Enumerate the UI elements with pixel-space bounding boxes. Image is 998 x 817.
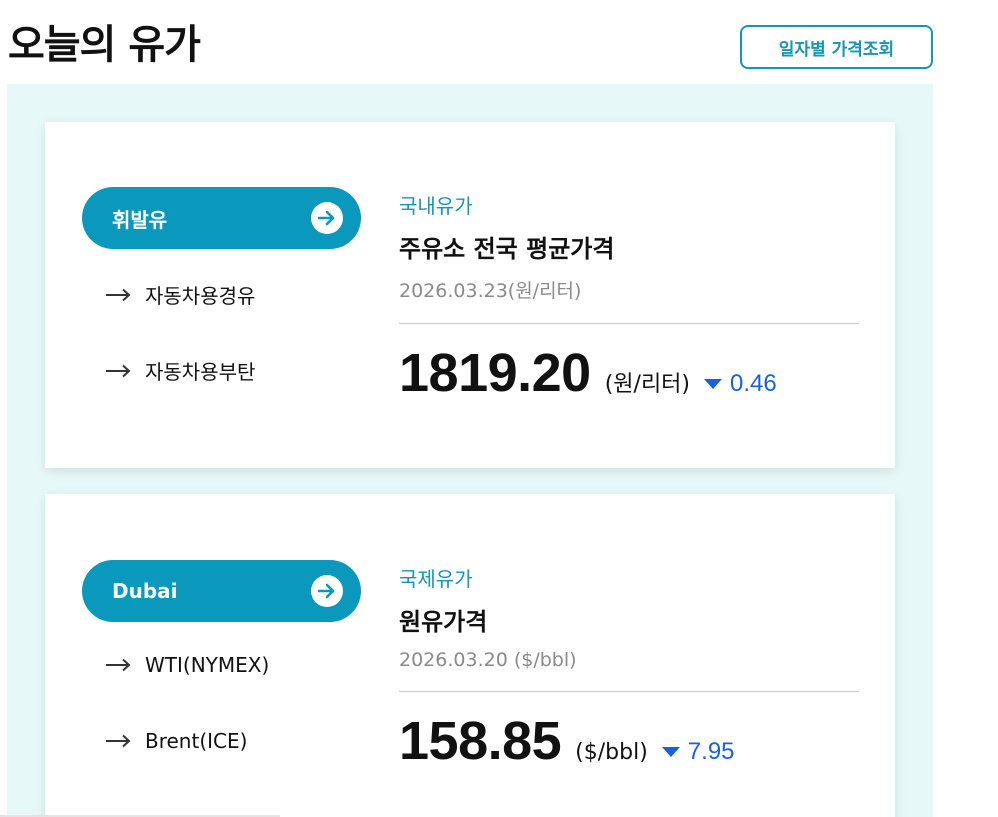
price-info: 국내유가 주유소 전국 평균가격 2026.03.23(원/리터) 1819.2… (399, 190, 859, 404)
price-value: 1819.20 (399, 343, 591, 403)
price-change-value: 7.95 (687, 738, 735, 765)
arrow-right-icon (105, 658, 133, 672)
price-change-value: 0.46 (730, 370, 777, 397)
price-category: 국내유가 (399, 194, 473, 218)
sub-link-brent[interactable]: Brent(ICE) (105, 729, 247, 753)
arrow-right-circle-icon (311, 202, 343, 234)
pill-button-gasoline[interactable]: 휘발유 (82, 187, 361, 249)
date-price-search-button[interactable]: 일자별 가격조회 (740, 25, 933, 69)
arrow-right-icon (105, 288, 133, 302)
price-row: 1819.20 (원/리터) 0.46 (399, 342, 859, 404)
sub-link-label: 자동차용부탄 (145, 360, 256, 384)
sub-link-wti[interactable]: WTI(NYMEX) (105, 653, 269, 677)
sub-link-label: 자동차용경유 (145, 284, 256, 308)
divider (399, 691, 859, 692)
price-category: 국제유가 (399, 567, 473, 591)
sub-link-butane[interactable]: 자동차용부탄 (105, 356, 255, 385)
divider (399, 323, 859, 324)
price-row: 158.85 ($/bbl) 7.95 (399, 710, 859, 772)
arrow-right-icon (105, 734, 133, 748)
price-change: 0.46 (704, 370, 777, 398)
pill-label: 휘발유 (112, 207, 168, 232)
international-price-card: Dubai WTI(NYMEX) Brent(ICE) 국제유가 원유가격 20… (45, 494, 895, 817)
price-unit: ($/bbl) (575, 740, 648, 765)
price-unit: (원/리터) (604, 372, 691, 397)
pill-label: Dubai (112, 579, 178, 603)
price-info: 국제유가 원유가격 2026.03.20 ($/bbl) 158.85 ($/b… (399, 563, 859, 772)
price-date: 2026.03.20 ($/bbl) (399, 649, 577, 671)
sub-link-label: WTI(NYMEX) (145, 653, 270, 677)
page-title: 오늘의 유가 (8, 22, 201, 68)
sub-link-diesel[interactable]: 자동차용경유 (105, 280, 255, 309)
price-heading: 주유소 전국 평균가격 (399, 235, 615, 263)
arrow-right-circle-icon (311, 575, 343, 607)
price-heading: 원유가격 (399, 608, 488, 636)
pill-button-dubai[interactable]: Dubai (82, 560, 361, 622)
sub-link-label: Brent(ICE) (145, 729, 248, 753)
price-date: 2026.03.23(원/리터) (399, 280, 582, 302)
price-change: 7.95 (661, 738, 735, 766)
triangle-down-icon (704, 379, 723, 389)
triangle-down-icon (661, 747, 680, 757)
domestic-price-card: 휘발유 자동차용경유 자동차용부탄 국내유가 주유소 전국 평균가격 2026.… (45, 122, 895, 468)
arrow-right-icon (105, 364, 133, 378)
price-value: 158.85 (399, 711, 562, 771)
